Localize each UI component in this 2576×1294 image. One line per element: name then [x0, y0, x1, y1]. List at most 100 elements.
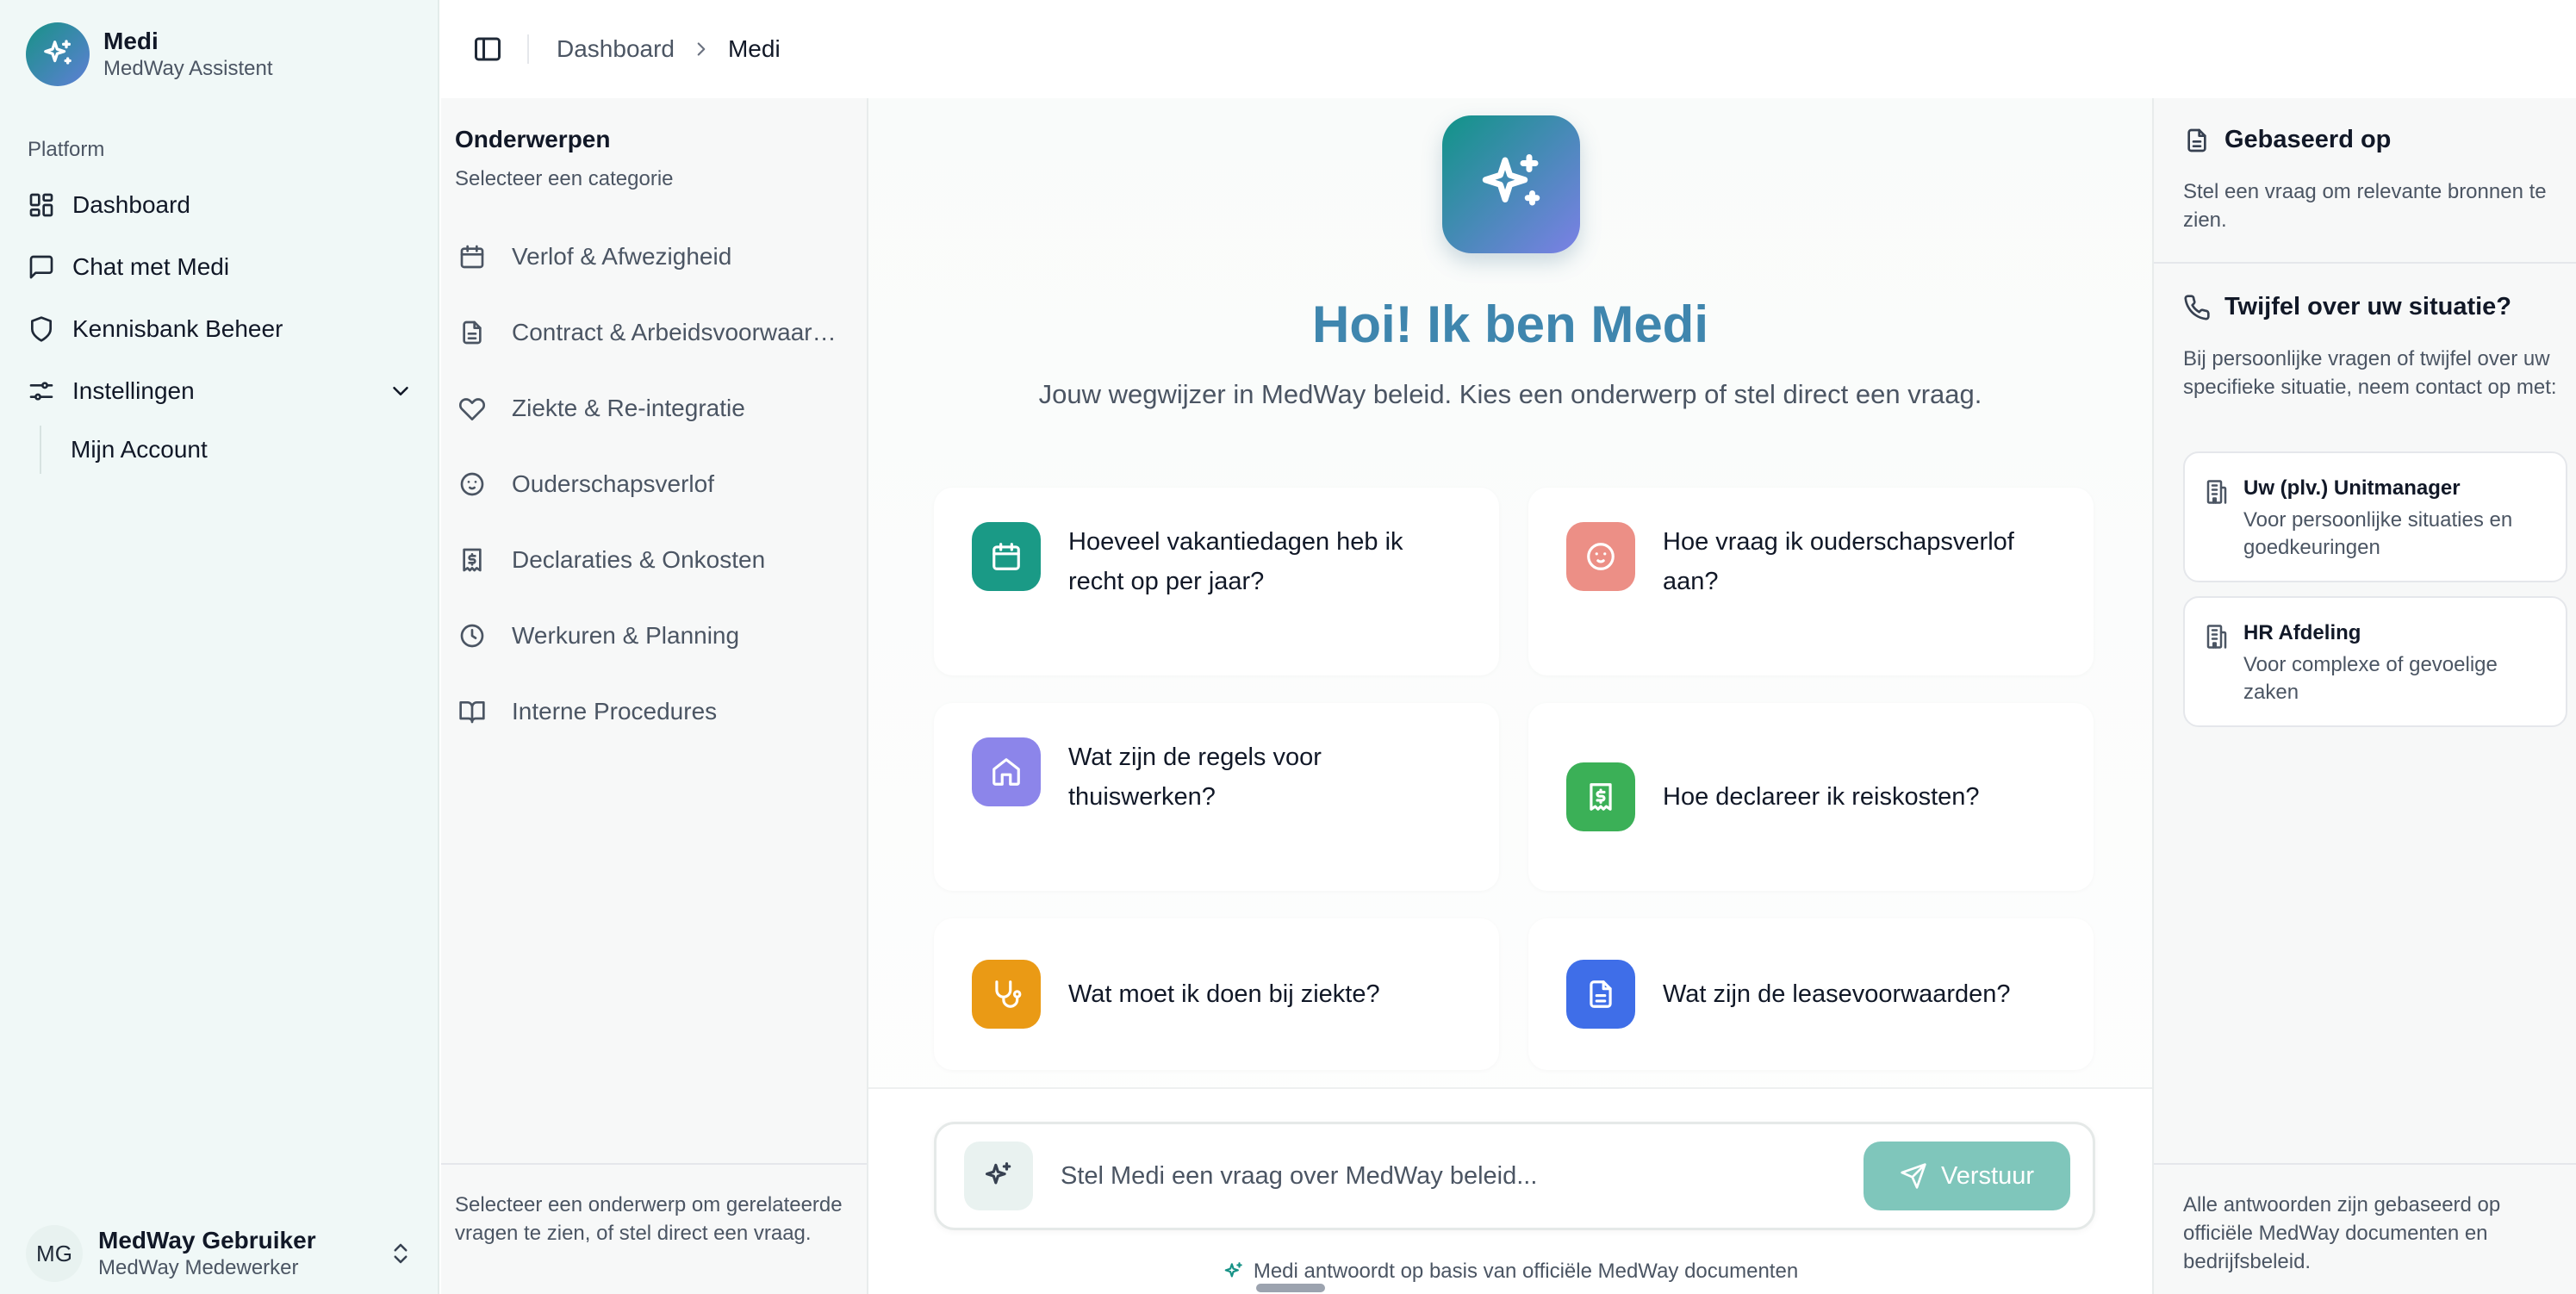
baby-icon	[458, 470, 486, 498]
contact-title: HR Afdeling	[2243, 621, 2361, 644]
chat-box: Verstuur	[934, 1122, 2095, 1230]
contact-card-unitmanager[interactable]: Uw (plv.) Unitmanager Voor persoonlijke …	[2183, 451, 2567, 582]
sidebar-toggle-icon[interactable]	[472, 34, 503, 65]
user-menu[interactable]: MG MedWay Gebruiker MedWay Medewerker	[26, 1225, 414, 1282]
phone-icon	[2183, 294, 2211, 321]
user-role: MedWay Medewerker	[98, 1256, 299, 1280]
topic-label: Werkuren & Planning	[512, 622, 740, 649]
sidebar-item-dashboard[interactable]: Dashboard	[17, 174, 422, 236]
sparkle-small-icon	[1223, 1260, 1245, 1283]
chevrons-up-down-icon[interactable]	[388, 1241, 414, 1266]
chat-input-area: Verstuur Medi antwoordt op basis van off…	[868, 1087, 2152, 1294]
app-subtitle: MedWay Assistent	[103, 57, 273, 81]
baby-icon	[1566, 522, 1635, 591]
panel-divider	[2154, 262, 2576, 264]
chevron-down-icon[interactable]	[388, 378, 414, 404]
document-icon	[2183, 127, 2211, 154]
contact-card-hr[interactable]: HR Afdeling Voor complexe of gevoelige z…	[2183, 596, 2567, 727]
sidebar-item-label: Dashboard	[72, 191, 190, 218]
contact-title: Uw (plv.) Unitmanager	[2243, 476, 2461, 500]
sidebar-item-kennisbank[interactable]: Kennisbank Beheer	[17, 298, 422, 360]
suggestion-text: Wat zijn de leasevoorwaarden?	[1663, 980, 2011, 1008]
calendar-icon	[458, 243, 486, 271]
shield-icon	[28, 315, 55, 343]
sidebar-item-label: Kennisbank Beheer	[72, 315, 283, 342]
sparkle-hero-icon	[1442, 115, 1580, 253]
suggestion-card[interactable]: Wat zijn de leasevoorwaarden?	[1528, 918, 2094, 1070]
sidebar-item-chat[interactable]: Chat met Medi	[17, 236, 422, 298]
topic-ouderschapsverlof[interactable]: Ouderschapsverlof	[458, 446, 855, 522]
sparkle-logo-icon	[26, 22, 90, 86]
hero-title: Hoi! Ik ben Medi	[1311, 296, 1709, 353]
stethoscope-icon	[972, 960, 1041, 1029]
topics-footer: Selecteer een onderwerp om gerelateerde …	[441, 1163, 867, 1247]
sidebar-item-instellingen[interactable]: Instellingen	[17, 360, 422, 422]
dashboard-icon	[28, 191, 55, 219]
topics-subtitle: Selecteer een categorie	[455, 167, 674, 190]
chat-input[interactable]	[1061, 1161, 1864, 1191]
chat-footnote: Medi antwoordt op basis van officiële Me…	[868, 1260, 2152, 1284]
send-icon	[1900, 1162, 1927, 1190]
suggestion-card[interactable]: Hoeveel vakantiedagen heb ik recht op pe…	[934, 488, 1499, 675]
topics-panel: Onderwerpen Selecteer een categorie Verl…	[441, 98, 868, 1294]
receipt-icon	[458, 546, 486, 574]
doubt-title: Twijfel over uw situatie?	[2224, 293, 2512, 320]
breadcrumb-dashboard[interactable]: Dashboard	[557, 35, 675, 63]
sidebar: Medi MedWay Assistent Platform Dashboard…	[0, 0, 439, 1294]
sparkle-icon	[964, 1142, 1033, 1210]
app-name: Medi	[103, 27, 159, 54]
hero-subtitle: Jouw wegwijzer in MedWay beleid. Kies ee…	[1038, 379, 1982, 409]
sidebar-item-label: Chat met Medi	[72, 253, 230, 280]
context-panel: Gebaseerd op Stel een vraag om relevante…	[2152, 98, 2576, 1294]
topic-label: Declaraties & Onkosten	[512, 546, 766, 573]
chat-icon	[28, 253, 55, 281]
receipt-icon	[1566, 762, 1635, 831]
topic-label: Interne Procedures	[512, 698, 718, 725]
doubt-text: Bij persoonlijke vragen of twijfel over …	[2183, 347, 2557, 399]
breadcrumb-current: Medi	[727, 35, 781, 62]
topic-label: Contract & Arbeidsvoorwaarden	[512, 319, 839, 345]
topic-verlof[interactable]: Verlof & Afwezigheid	[458, 219, 855, 295]
suggestion-card[interactable]: Hoe vraag ik ouderschapsverlof aan?	[1528, 488, 2094, 675]
topic-list: Verlof & Afwezigheid Contract & Arbeidsv…	[458, 219, 855, 750]
document-icon	[458, 319, 486, 346]
clock-icon	[458, 622, 486, 650]
topic-ziekte[interactable]: Ziekte & Re-integratie	[458, 370, 855, 446]
topic-procedures[interactable]: Interne Procedures	[458, 674, 855, 750]
sidebar-item-mijn-account[interactable]: Mijn Account	[71, 426, 208, 474]
brand[interactable]: Medi MedWay Assistent	[26, 22, 273, 86]
suggestion-card[interactable]: Wat zijn de regels voor thuiswerken?	[934, 703, 1499, 891]
header-divider	[527, 34, 529, 64]
topic-label: Ziekte & Re-integratie	[512, 395, 745, 421]
suggestion-text: Hoeveel vakantiedagen heb ik recht op pe…	[1068, 528, 1403, 595]
topic-contract[interactable]: Contract & Arbeidsvoorwaarden	[458, 295, 855, 370]
sources-text: Stel een vraag om relevante bronnen te z…	[2183, 180, 2547, 232]
settings-sliders-icon	[28, 377, 55, 405]
avatar: MG	[26, 1225, 83, 1282]
scrollbar-thumb[interactable]	[1256, 1284, 1325, 1292]
topic-declaraties[interactable]: Declaraties & Onkosten	[458, 522, 855, 598]
chat-main: Hoi! Ik ben Medi Jouw wegwijzer in MedWa…	[868, 98, 2152, 1294]
suggestion-text: Wat moet ik doen bij ziekte?	[1068, 980, 1380, 1008]
topic-werkuren[interactable]: Werkuren & Planning	[458, 598, 855, 674]
suggestion-text: Hoe vraag ik ouderschapsverlof aan?	[1663, 528, 2014, 595]
user-name: MedWay Gebruiker	[98, 1226, 316, 1254]
suggestion-card[interactable]: Wat moet ik doen bij ziekte?	[934, 918, 1499, 1070]
topic-label: Ouderschapsverlof	[512, 470, 715, 497]
topics-title: Onderwerpen	[455, 126, 611, 152]
contact-subtitle: Voor complexe of gevoelige zaken	[2243, 653, 2498, 704]
sidebar-subnav: Mijn Account	[40, 426, 208, 474]
panel-footer: Alle antwoorden zijn gebaseerd op offici…	[2154, 1163, 2576, 1276]
section-label-platform: Platform	[28, 138, 105, 161]
home-icon	[972, 737, 1041, 806]
send-button[interactable]: Verstuur	[1864, 1142, 2070, 1210]
building-icon	[2204, 624, 2230, 650]
send-label: Verstuur	[1941, 1161, 2034, 1190]
topic-label: Verlof & Afwezigheid	[512, 243, 732, 270]
sidebar-nav: Dashboard Chat met Medi Kennisbank Behee…	[17, 174, 422, 422]
suggestion-text: Hoe declareer ik reiskosten?	[1663, 783, 1980, 811]
top-header: Dashboard Medi	[441, 0, 2576, 98]
building-icon	[2204, 479, 2230, 505]
suggestion-card[interactable]: Hoe declareer ik reiskosten?	[1528, 703, 2094, 891]
book-icon	[458, 698, 486, 725]
